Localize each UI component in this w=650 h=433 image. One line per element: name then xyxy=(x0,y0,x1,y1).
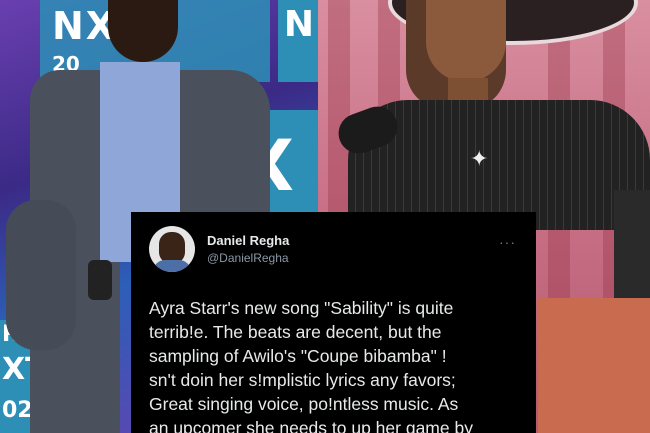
avatar-body xyxy=(153,260,191,272)
display-name[interactable]: Daniel Regha xyxy=(207,233,289,248)
star-pendant-icon: ✦ xyxy=(470,146,489,171)
face xyxy=(426,0,506,82)
tweet-card[interactable]: Daniel Regha @DanielRegha ··· Ayra Starr… xyxy=(131,212,536,433)
tweet-text: Ayra Starr's new song "Sability" is quit… xyxy=(149,298,473,433)
avatar[interactable] xyxy=(149,226,195,272)
author-names: Daniel Regha @DanielRegha xyxy=(207,233,289,265)
watch-icon xyxy=(88,260,112,300)
more-options-icon[interactable]: ··· xyxy=(499,234,516,250)
tweet-header: Daniel Regha @DanielRegha ··· xyxy=(149,224,520,274)
banner-right-text: N xyxy=(283,4,314,45)
table xyxy=(538,298,650,433)
arm xyxy=(6,200,76,350)
mic-stand xyxy=(614,190,650,300)
user-handle[interactable]: @DanielRegha xyxy=(207,251,289,265)
